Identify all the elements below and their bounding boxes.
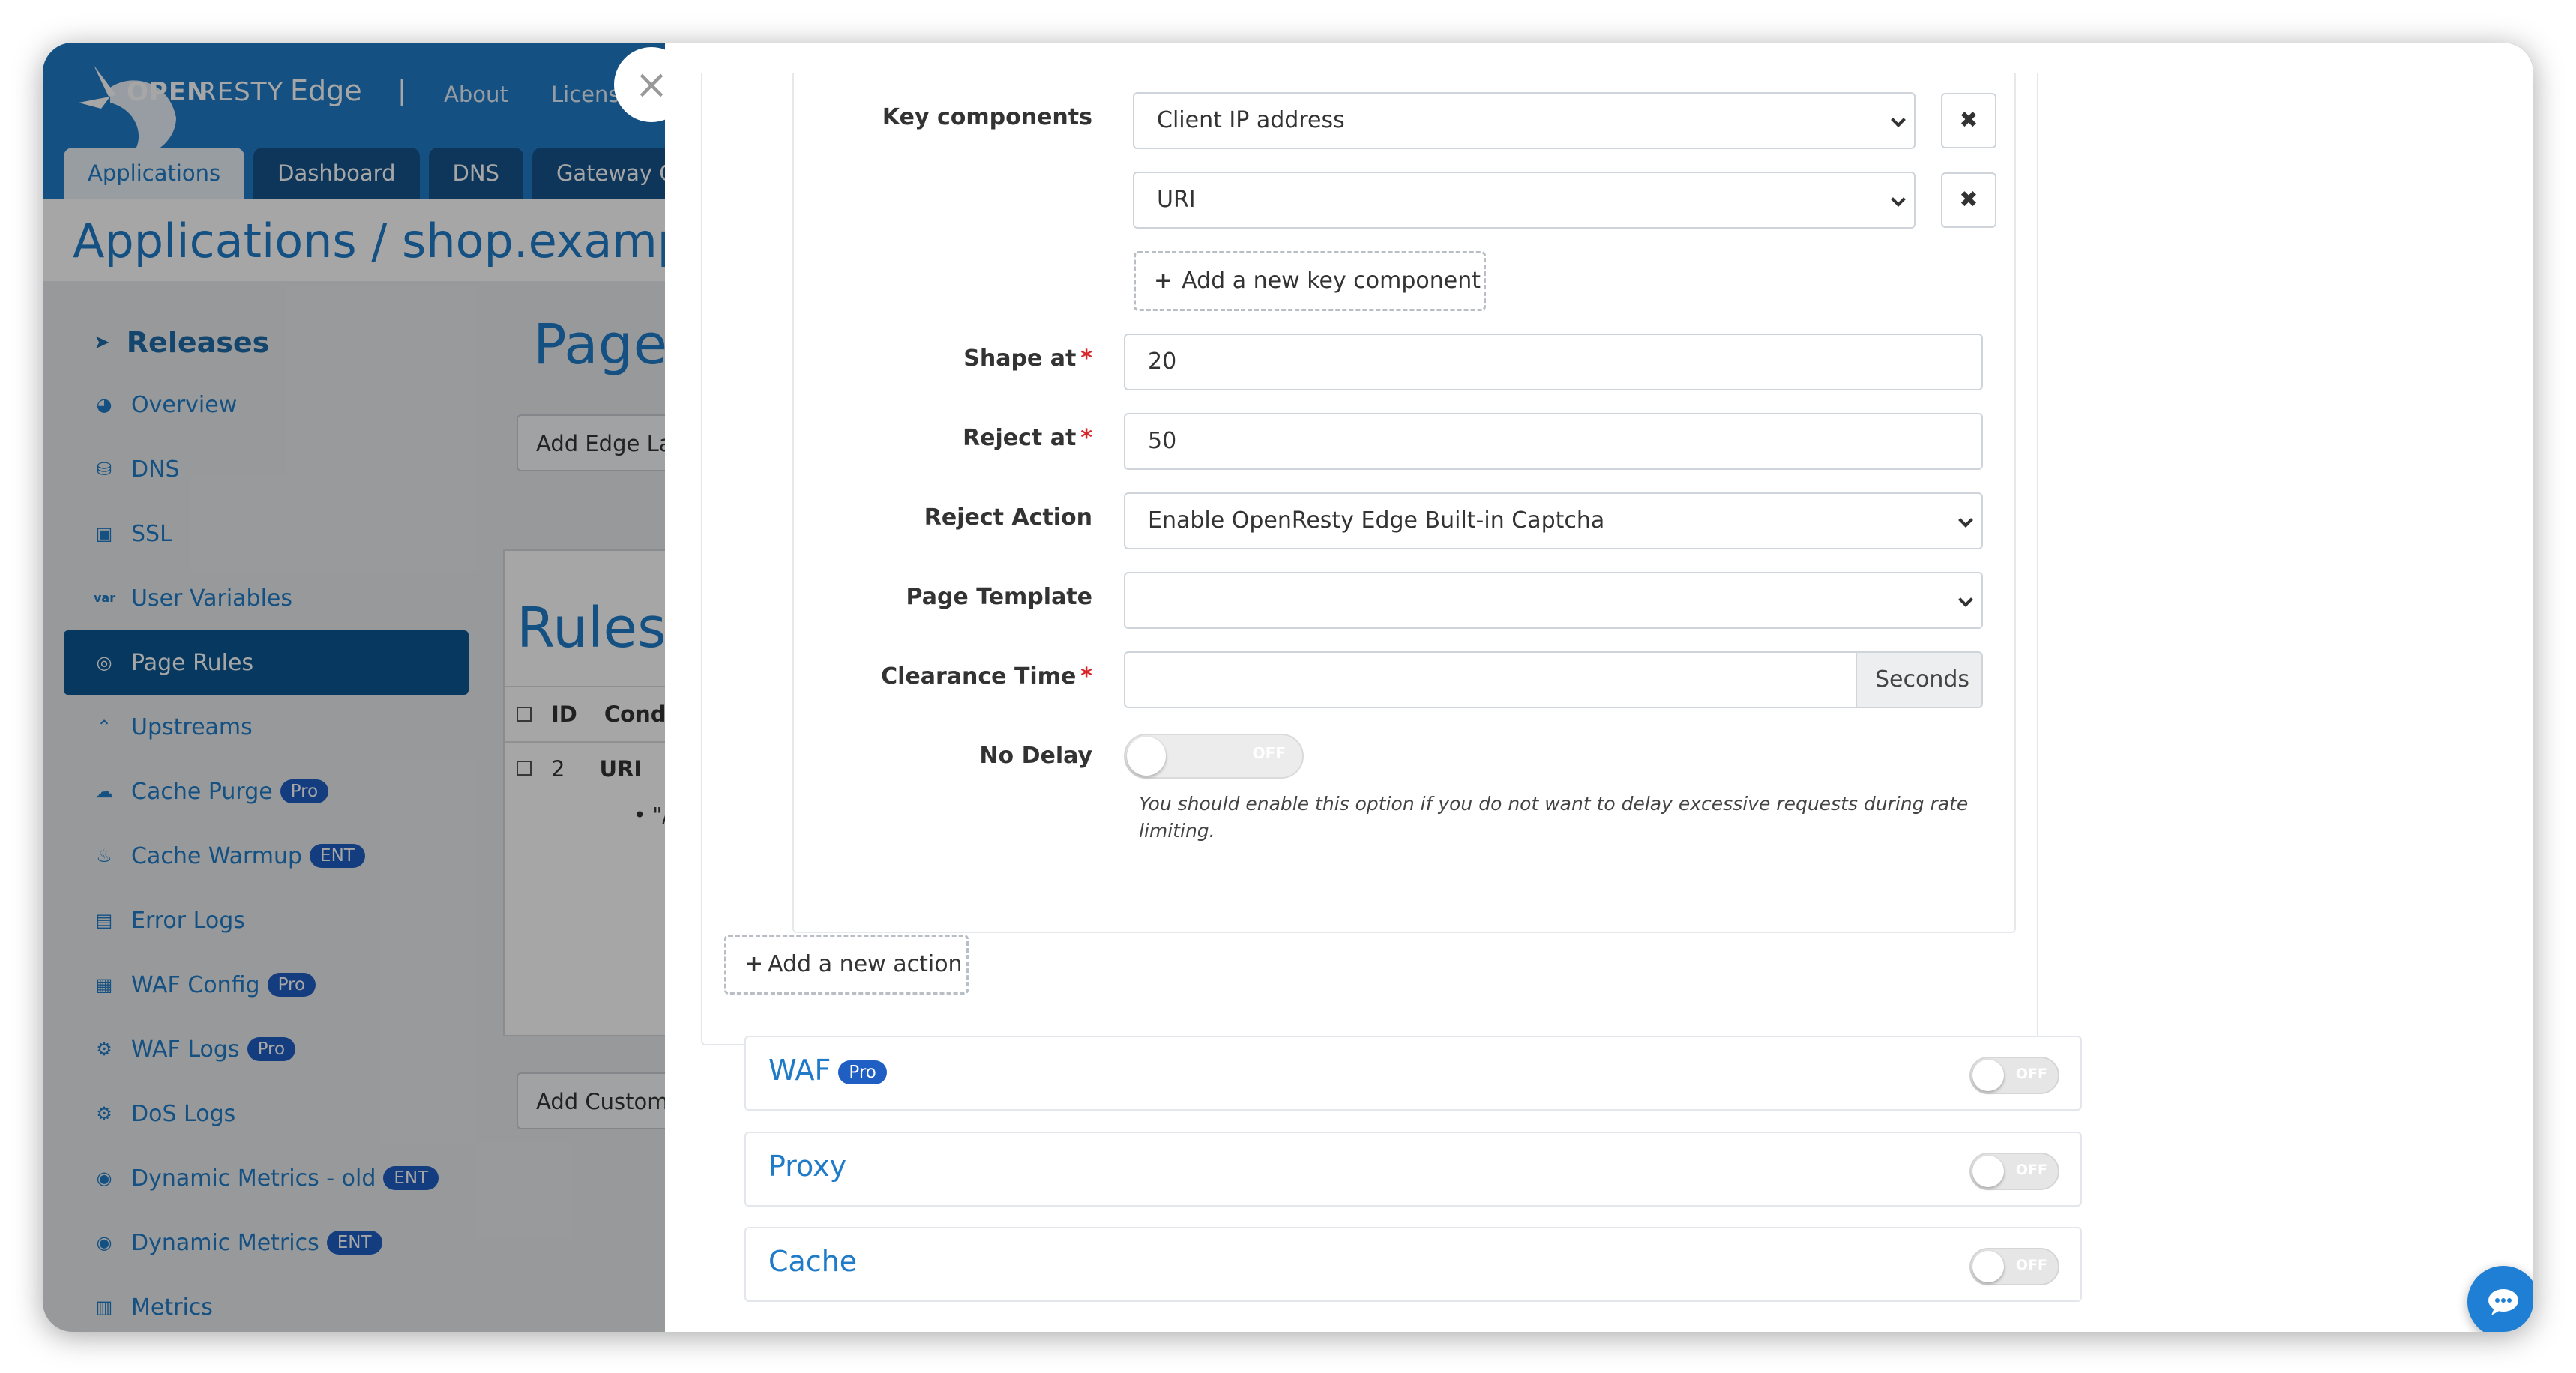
toggle-state: OFF: [2015, 1066, 2047, 1082]
cache-section-title: Cache: [768, 1245, 858, 1278]
shape-at-label-text: Shape at: [963, 345, 1077, 372]
key-component-value: URI: [1157, 187, 1196, 213]
chevron-down-icon: [1958, 592, 1973, 607]
clearance-time-input[interactable]: [1124, 651, 1857, 708]
clearance-time-label: Clearance Time *: [717, 663, 1092, 689]
proxy-toggle[interactable]: OFF: [1969, 1153, 2059, 1190]
add-key-component-button[interactable]: + Add a new key component: [1134, 251, 1486, 311]
required-mark: *: [1080, 345, 1092, 372]
toggle-state: OFF: [2015, 1162, 2047, 1178]
toggle-state: OFF: [2015, 1257, 2047, 1273]
key-components-label: Key components: [882, 104, 1092, 130]
required-mark: *: [1080, 425, 1092, 451]
no-delay-hint: You should enable this option if you do …: [1139, 793, 1969, 842]
key-component-value: Client IP address: [1157, 107, 1345, 133]
toggle-knob: [1972, 1156, 2004, 1187]
waf-toggle[interactable]: OFF: [1969, 1057, 2059, 1094]
close-icon[interactable]: ×: [614, 47, 689, 122]
chat-bubble-icon: [2488, 1289, 2518, 1315]
toggle-knob: [1972, 1251, 2004, 1282]
remove-key-component-button[interactable]: ✖: [1941, 172, 1996, 228]
toggle-state: OFF: [1252, 744, 1286, 762]
waf-section[interactable]: WAF Pro OFF: [744, 1036, 2082, 1111]
no-delay-toggle[interactable]: OFF: [1124, 734, 1304, 779]
proxy-section-title: Proxy: [768, 1150, 847, 1183]
reject-at-input[interactable]: 50: [1124, 413, 1983, 470]
browser-window: OPEN RESTY Edge | About Licens Applicati…: [43, 43, 2533, 1332]
plus-icon: +: [1154, 268, 1173, 294]
proxy-section[interactable]: Proxy OFF: [744, 1132, 2082, 1207]
key-component-select-1[interactable]: Client IP address: [1133, 92, 1916, 149]
toggle-knob: [1127, 737, 1166, 776]
add-key-component-label: Add a new key component: [1182, 268, 1481, 294]
plus-icon: +: [744, 951, 764, 977]
chevron-down-icon: [1891, 112, 1906, 127]
reject-action-select[interactable]: Enable OpenResty Edge Built-in Captcha: [1124, 492, 1983, 549]
page-template-label: Page Template: [906, 584, 1092, 610]
reject-at-label-text: Reject at: [963, 425, 1077, 451]
cache-toggle[interactable]: OFF: [1969, 1248, 2059, 1285]
remove-key-component-button[interactable]: ✖: [1941, 93, 1996, 148]
key-component-select-2[interactable]: URI: [1133, 172, 1916, 229]
shape-at-label: Shape at *: [717, 345, 1092, 372]
reject-action-value: Enable OpenResty Edge Built-in Captcha: [1148, 507, 1605, 534]
waf-section-title: WAF Pro: [768, 1054, 887, 1087]
chat-button[interactable]: [2467, 1266, 2533, 1332]
shape-at-input[interactable]: 20: [1124, 334, 1983, 390]
reject-at-label: Reject at *: [717, 425, 1092, 451]
clearance-time-label-text: Clearance Time: [881, 663, 1077, 689]
required-mark: *: [1080, 663, 1092, 689]
reject-action-label: Reject Action: [924, 504, 1092, 531]
add-action-button[interactable]: + Add a new action: [724, 935, 969, 995]
section-title-text: WAF: [768, 1054, 831, 1087]
add-action-label: Add a new action: [768, 951, 963, 977]
page-template-select[interactable]: [1124, 572, 1983, 629]
chevron-down-icon: [1891, 192, 1906, 207]
no-delay-label: No Delay: [979, 743, 1092, 769]
chevron-down-icon: [1958, 513, 1973, 528]
seconds-addon: Seconds: [1856, 651, 1983, 708]
cache-section[interactable]: Cache OFF: [744, 1227, 2082, 1302]
toggle-knob: [1972, 1060, 2004, 1091]
pro-badge: Pro: [838, 1060, 887, 1084]
